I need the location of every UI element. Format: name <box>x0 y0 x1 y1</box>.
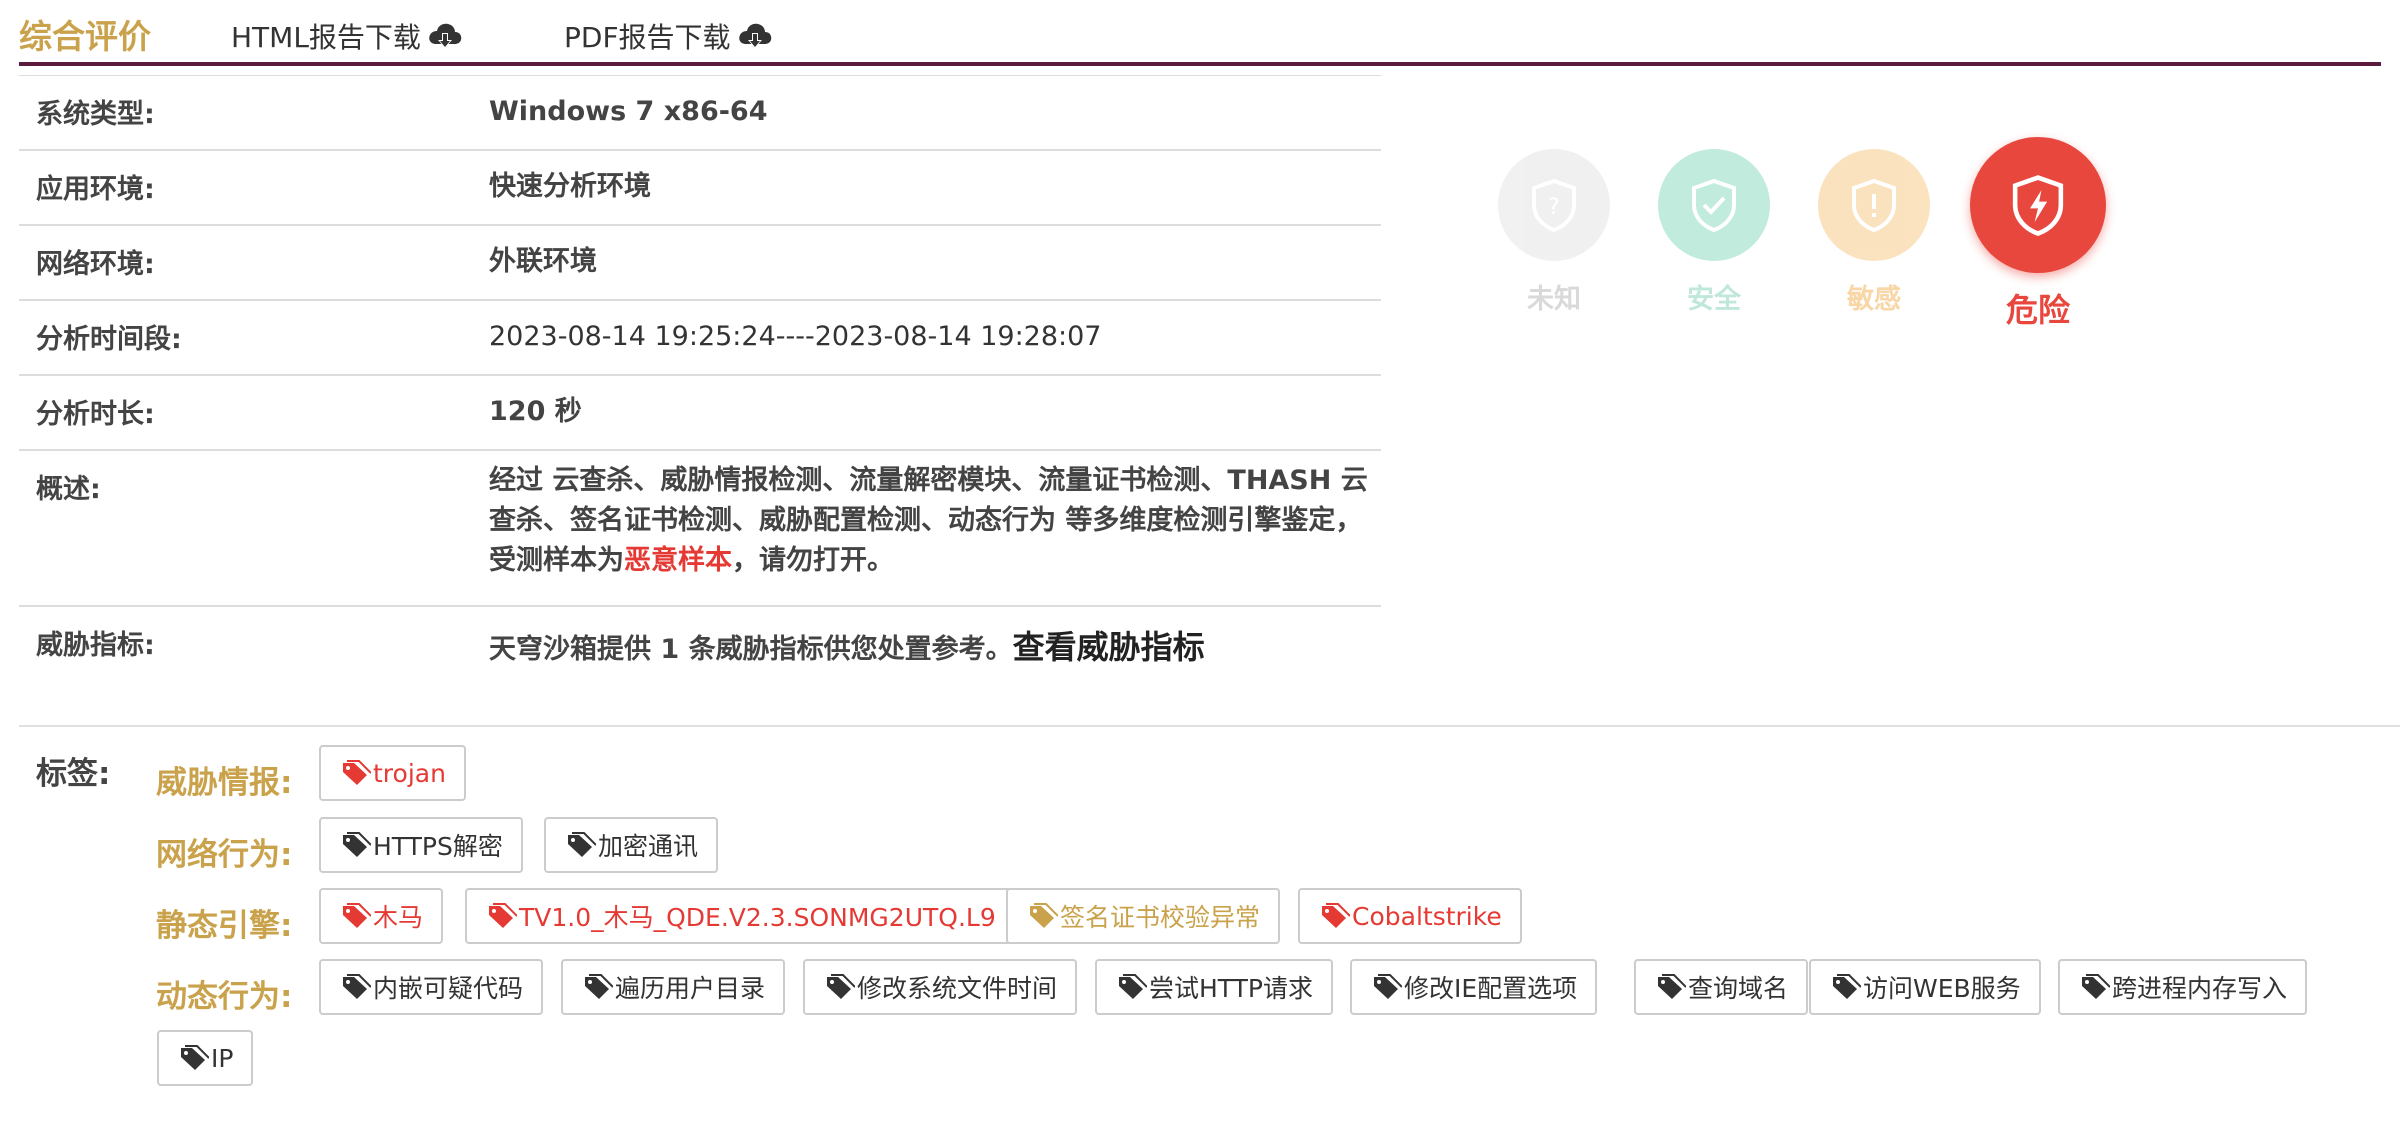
tag-icon <box>343 760 371 785</box>
question-shield-icon: ? <box>1532 178 1576 233</box>
tag-icon <box>181 1045 209 1070</box>
lightning-shield-icon <box>2012 175 2064 237</box>
level-safe: 安全 <box>1658 149 1770 316</box>
info-row-system: 系统类型: Windows 7 x86-64 <box>19 76 1381 151</box>
exclaim-shield-icon <box>1852 178 1896 233</box>
tag-item[interactable]: 签名证书校验异常 <box>1006 888 1281 944</box>
info-value: 2023-08-14 19:25:24----2023-08-14 19:28:… <box>489 321 1102 352</box>
html-report-download[interactable]: HTML报告下载 <box>231 16 463 56</box>
info-label: 分析时间段: <box>36 324 182 355</box>
level-label: 安全 <box>1687 284 1741 315</box>
section-divider <box>19 725 2400 727</box>
level-label: 敏感 <box>1847 284 1901 315</box>
tag-icon <box>343 974 371 999</box>
cloud-download-icon <box>738 23 771 48</box>
tag-icon <box>489 903 517 928</box>
tag-icon <box>585 974 613 999</box>
tag-icon <box>1658 974 1686 999</box>
tag-item[interactable]: IP <box>157 1030 254 1086</box>
tag-item[interactable]: 修改IE配置选项 <box>1350 959 1598 1015</box>
tag-item[interactable]: 修改系统文件时间 <box>803 959 1078 1015</box>
info-table: 系统类型: Windows 7 x86-64 应用环境: 快速分析环境 网络环境… <box>19 75 1381 707</box>
info-value: Windows 7 x86-64 <box>489 96 768 127</box>
tag-item[interactable]: HTTPS解密 <box>319 817 523 873</box>
info-label: 概述: <box>36 474 101 505</box>
tag-category-threat-intel: 威胁情报: <box>156 765 293 801</box>
level-danger: 危险 <box>1970 137 2106 331</box>
view-indicators-link[interactable]: 查看威胁指标 <box>1013 628 1205 666</box>
tag-item[interactable]: Cobaltstrike <box>1298 888 1522 944</box>
info-row-environment: 应用环境: 快速分析环境 <box>19 151 1381 226</box>
tag-item[interactable]: TV1.0_木马_QDE.V2.3.SONMG2UTQ.L9 <box>465 888 1016 944</box>
level-sensitive: 敏感 <box>1818 149 1930 316</box>
info-row-duration: 分析时长: 120 秒 <box>19 376 1381 451</box>
tag-icon <box>1833 974 1861 999</box>
tag-icon <box>343 832 371 857</box>
cloud-download-icon <box>429 23 462 48</box>
level-unknown: ? 未知 <box>1498 149 1610 316</box>
tag-item[interactable]: trojan <box>319 745 466 801</box>
indicators-text: 天穹沙箱提供 1 条威胁指标供您处置参考。查看威胁指标 <box>489 628 1205 666</box>
tag-item[interactable]: 内嵌可疑代码 <box>319 959 544 1015</box>
section-title: 综合评价 <box>19 17 151 56</box>
info-label: 应用环境: <box>36 174 155 205</box>
tag-category-static: 静态引擎: <box>156 908 293 944</box>
info-row-time-range: 分析时间段: 2023-08-14 19:25:24----2023-08-14… <box>19 301 1381 376</box>
tag-item[interactable]: 查询域名 <box>1634 959 1809 1015</box>
info-label: 网络环境: <box>36 249 155 280</box>
info-value: 120 秒 <box>489 396 582 427</box>
tag-icon <box>343 903 371 928</box>
tag-category-network: 网络行为: <box>156 837 293 873</box>
info-label: 分析时长: <box>36 399 155 430</box>
tag-item[interactable]: 加密通讯 <box>544 817 719 873</box>
info-row-summary: 概述: 经过 云查杀、威胁情报检测、流量解密模块、流量证书检测、THASH 云查… <box>19 451 1381 607</box>
tag-item[interactable]: 访问WEB服务 <box>1809 959 2041 1015</box>
info-label: 威胁指标: <box>36 630 155 661</box>
tag-item[interactable]: 跨进程内存写入 <box>2058 959 2308 1015</box>
tag-icon <box>827 974 855 999</box>
tag-category-dynamic: 动态行为: <box>156 979 293 1015</box>
section-header: 综合评价 HTML报告下载 PDF报告下载 <box>19 0 2381 66</box>
tag-item[interactable]: 尝试HTTP请求 <box>1095 959 1333 1015</box>
check-shield-icon <box>1692 178 1736 233</box>
pdf-report-download[interactable]: PDF报告下载 <box>564 16 773 56</box>
level-label: 危险 <box>2005 291 2070 329</box>
info-row-indicators: 威胁指标: 天穹沙箱提供 1 条威胁指标供您处置参考。查看威胁指标 <box>19 607 1381 707</box>
tag-item[interactable]: 遍历用户目录 <box>561 959 786 1015</box>
tag-icon <box>1322 903 1350 928</box>
summary-text: 经过 云查杀、威胁情报检测、流量解密模块、流量证书检测、THASH 云查杀、签名… <box>489 465 1368 576</box>
info-label: 系统类型: <box>36 99 155 130</box>
info-value: 快速分析环境 <box>489 171 651 202</box>
tag-icon <box>2082 974 2110 999</box>
info-row-network: 网络环境: 外联环境 <box>19 226 1381 301</box>
tag-icon <box>1374 974 1402 999</box>
malicious-highlight: 恶意样本 <box>624 545 732 576</box>
info-value: 外联环境 <box>489 246 597 277</box>
level-label: 未知 <box>1527 284 1581 315</box>
tag-item[interactable]: 木马 <box>319 888 444 944</box>
svg-text:?: ? <box>1548 195 1560 220</box>
risk-level-indicator: ? 未知 安全 敏感 危险 <box>1490 135 2130 335</box>
tag-icon <box>1030 903 1058 928</box>
tags-label: 标签: <box>36 756 111 792</box>
tag-icon <box>568 832 596 857</box>
tag-icon <box>1119 974 1147 999</box>
